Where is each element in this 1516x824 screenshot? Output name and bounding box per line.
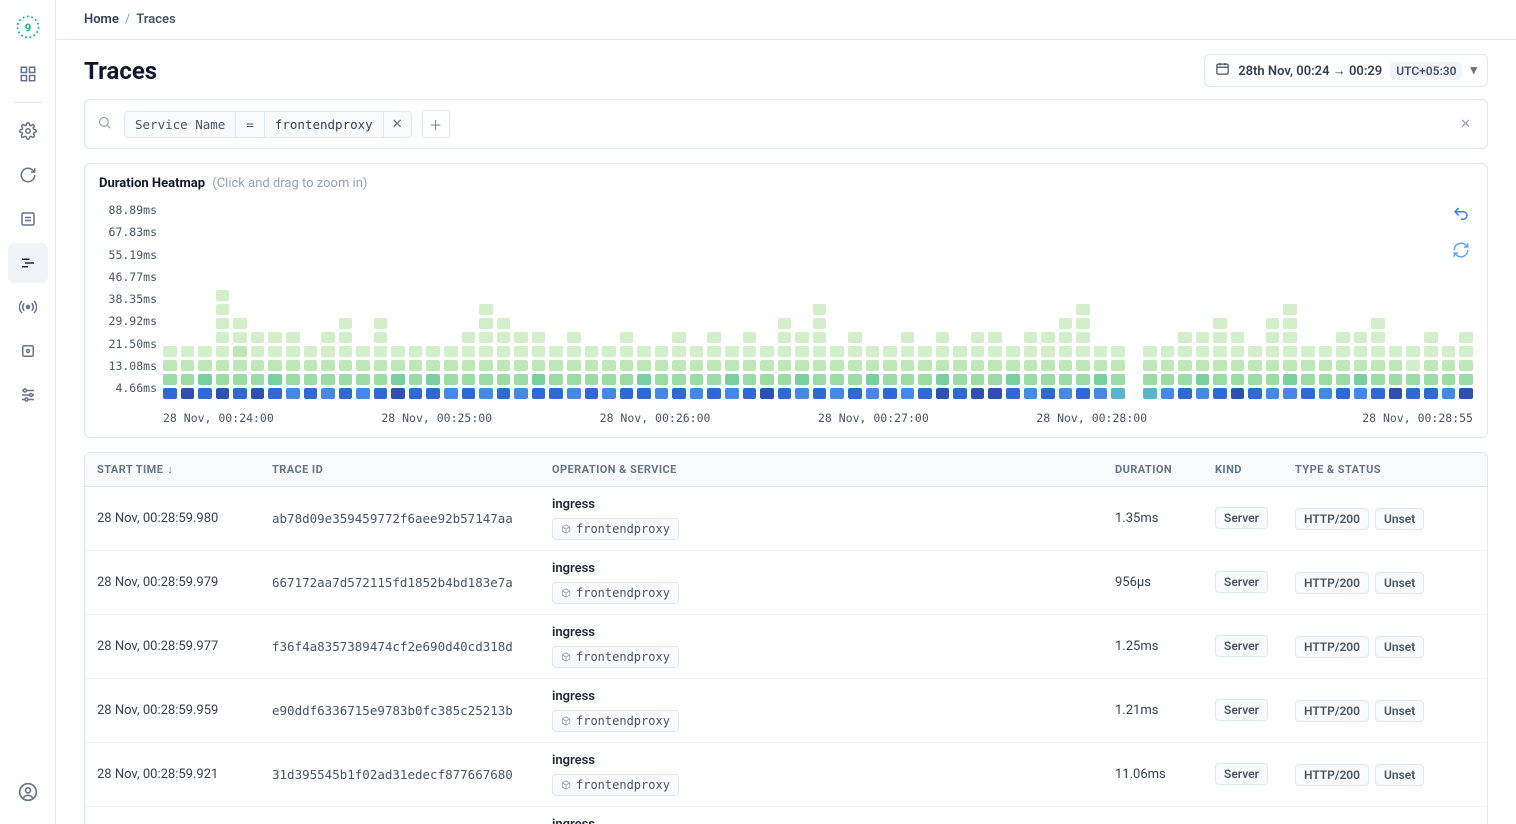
th-duration[interactable]: DURATION <box>1115 463 1215 476</box>
cell-kind: Server <box>1215 767 1295 782</box>
time-range-picker[interactable]: 28th Nov, 00:24 → 00:29 UTC+05:30 ▾ <box>1204 54 1488 87</box>
heatmap-hint: (Click and drag to zoom in) <box>212 176 367 191</box>
cell-operation: ingress frontendproxy <box>552 561 1115 604</box>
nav-gear-icon[interactable] <box>8 111 48 151</box>
service-badge: frontendproxy <box>552 518 679 540</box>
svg-text:9: 9 <box>24 20 31 34</box>
app-sidebar: 9 <box>0 0 56 824</box>
cell-type-status: HTTP/200Unset <box>1295 508 1475 530</box>
cell-duration: 956µs <box>1115 575 1215 590</box>
table-row[interactable]: 28 Nov, 00:28:59.980 ab78d09e359459772f6… <box>85 487 1487 551</box>
search-icon <box>97 113 114 136</box>
cell-start-time: 28 Nov, 00:28:59.979 <box>97 575 272 590</box>
th-type-status[interactable]: TYPE & STATUS <box>1295 463 1475 476</box>
sort-descending-icon: ↓ <box>167 463 173 476</box>
chart-undo-icon[interactable] <box>1447 200 1475 228</box>
th-trace-id[interactable]: TRACE ID <box>272 463 552 476</box>
cell-operation: ingress frontendproxy <box>552 497 1115 540</box>
cube-icon <box>561 524 571 534</box>
cell-kind: Server <box>1215 511 1295 526</box>
cell-start-time: 28 Nov, 00:28:59.977 <box>97 639 272 654</box>
chevron-down-icon: ▾ <box>1470 63 1477 78</box>
cell-duration: 1.25ms <box>1115 639 1215 654</box>
chart-refresh-icon[interactable] <box>1447 236 1475 264</box>
cube-icon <box>561 588 571 598</box>
cell-operation: ingress frontendproxy <box>552 753 1115 796</box>
nav-sliders-icon[interactable] <box>8 375 48 415</box>
calendar-icon <box>1215 61 1230 80</box>
th-operation[interactable]: OPERATION & SERVICE <box>552 463 1115 476</box>
nav-document-icon[interactable] <box>8 199 48 239</box>
service-badge: frontendproxy <box>552 582 679 604</box>
cell-type-status: HTTP/200Unset <box>1295 700 1475 722</box>
th-start-time[interactable]: START TIME↓ <box>97 463 272 476</box>
clear-filters-button[interactable]: ✕ <box>1456 113 1475 136</box>
filter-remove-button[interactable]: ✕ <box>384 112 411 137</box>
page-title: Traces <box>84 57 157 85</box>
traces-table: START TIME↓ TRACE ID OPERATION & SERVICE… <box>84 452 1488 824</box>
cell-type-status: HTTP/200Unset <box>1295 764 1475 786</box>
table-row[interactable]: 28 Nov, 00:28:59.959 e90ddf6336715e9783b… <box>85 679 1487 743</box>
cell-duration: 11.06ms <box>1115 767 1215 782</box>
heatmap-x-axis: 28 Nov, 00:24:0028 Nov, 00:25:0028 Nov, … <box>85 407 1487 437</box>
cell-operation: ingress frontendproxy <box>552 625 1115 668</box>
filter-bar: Service Name = frontendproxy ✕ ＋ ✕ <box>84 99 1488 149</box>
timezone-badge: UTC+05:30 <box>1390 62 1462 80</box>
table-row[interactable]: 28 Nov, 00:28:59.921 31d395545b1f02ad31e… <box>85 743 1487 807</box>
add-filter-button[interactable]: ＋ <box>422 110 450 138</box>
cube-icon <box>561 780 571 790</box>
cell-trace-id: 667172aa7d572115fd1852b4bd183e7a <box>272 575 552 590</box>
nav-traces-icon[interactable] <box>8 243 48 283</box>
cell-trace-id: f36f4a8357389474cf2e690d40cd318d <box>272 639 552 654</box>
table-row[interactable]: 28 Nov, 00:28:59.979 667172aa7d572115fd1… <box>85 551 1487 615</box>
cell-kind: Server <box>1215 639 1295 654</box>
cell-start-time: 28 Nov, 00:28:59.980 <box>97 511 272 526</box>
cell-operation: ingress frontendproxy <box>552 689 1115 732</box>
nav-refresh-icon[interactable] <box>8 155 48 195</box>
nav-dashboards-icon[interactable] <box>8 54 48 94</box>
nav-user-icon[interactable] <box>8 772 48 812</box>
breadcrumb-current: Traces <box>136 12 175 27</box>
cell-duration: 1.35ms <box>1115 511 1215 526</box>
cell-start-time: 28 Nov, 00:28:59.921 <box>97 767 272 782</box>
cell-trace-id: e90ddf6336715e9783b0fc385c25213b <box>272 703 552 718</box>
service-badge: frontendproxy <box>552 710 679 732</box>
cell-kind: Server <box>1215 703 1295 718</box>
table-row[interactable]: 28 Nov, 00:28:59.342 cf15383bbddfa436976… <box>85 807 1487 824</box>
time-range-label: 28th Nov, 00:24 → 00:29 <box>1238 63 1382 79</box>
filter-key: Service Name <box>125 112 236 137</box>
filter-value: frontendproxy <box>265 112 384 137</box>
cell-operation: ingress frontendproxy <box>552 817 1115 824</box>
cell-start-time: 28 Nov, 00:28:59.959 <box>97 703 272 718</box>
th-kind[interactable]: KIND <box>1215 463 1295 476</box>
cell-type-status: HTTP/200Unset <box>1295 572 1475 594</box>
filter-chip[interactable]: Service Name = frontendproxy ✕ <box>124 111 412 138</box>
service-badge: frontendproxy <box>552 774 679 796</box>
breadcrumb: Home / Traces <box>56 0 1516 40</box>
nav-broadcast-icon[interactable] <box>8 287 48 327</box>
heatmap-y-axis: 88.89ms67.83ms55.19ms46.77ms38.35ms29.92… <box>93 199 163 399</box>
cell-trace-id: 31d395545b1f02ad31edecf877667680 <box>272 767 552 782</box>
cell-duration: 1.21ms <box>1115 703 1215 718</box>
nav-target-icon[interactable] <box>8 331 48 371</box>
table-row[interactable]: 28 Nov, 00:28:59.977 f36f4a8357389474cf2… <box>85 615 1487 679</box>
cell-kind: Server <box>1215 575 1295 590</box>
filter-op: = <box>236 112 265 137</box>
cube-icon <box>561 716 571 726</box>
cell-trace-id: ab78d09e359459772f6aee92b57147aa <box>272 511 552 526</box>
cell-type-status: HTTP/200Unset <box>1295 636 1475 658</box>
service-badge: frontendproxy <box>552 646 679 668</box>
heatmap-title: Duration Heatmap <box>99 176 205 191</box>
cube-icon <box>561 652 571 662</box>
breadcrumb-home[interactable]: Home <box>84 12 119 27</box>
app-logo[interactable]: 9 <box>13 12 43 42</box>
heatmap-grid[interactable] <box>163 199 1473 399</box>
heatmap-panel: Duration Heatmap (Click and drag to zoom… <box>84 163 1488 438</box>
